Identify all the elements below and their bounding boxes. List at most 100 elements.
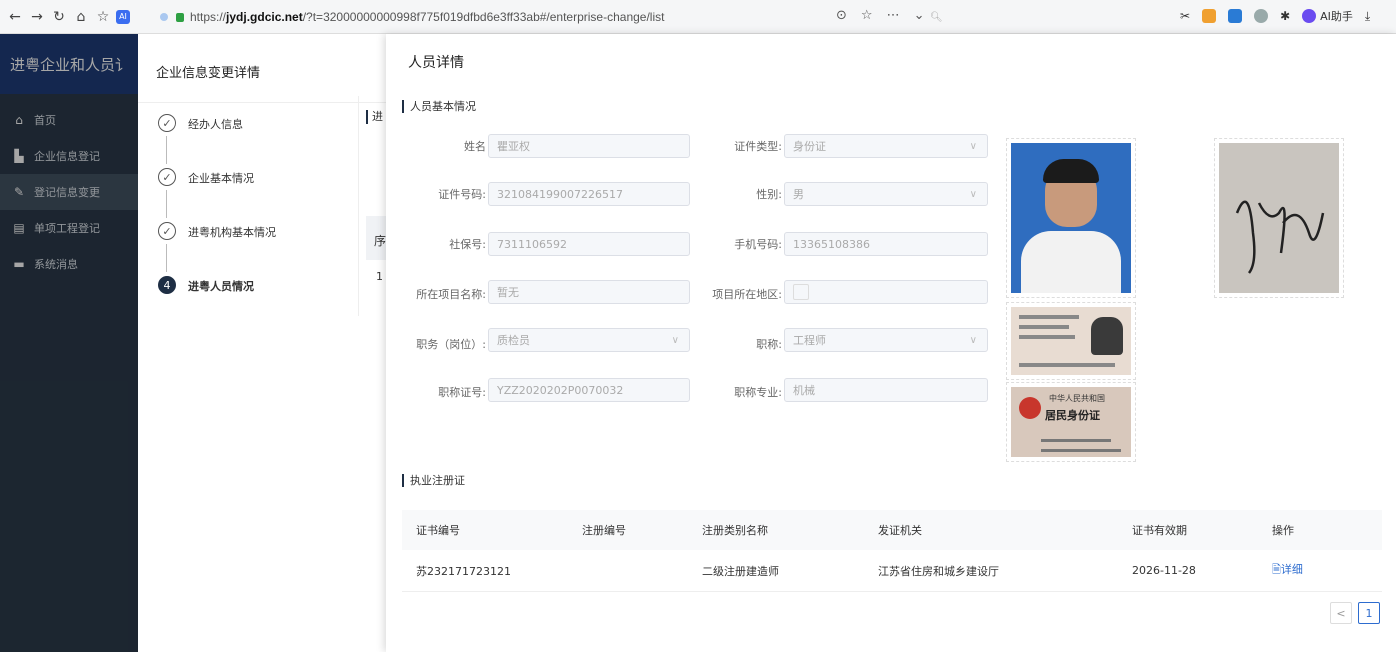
table-row: 苏2321717231­21 二级注册建造师 江苏省住房和城乡建设厅 2026-… <box>402 550 1382 592</box>
id-type-label: 证件类型: <box>734 140 782 153</box>
title-value: 工程师 <box>793 334 826 347</box>
position-value: 质检员 <box>497 334 530 347</box>
emblem-icon <box>1019 397 1041 419</box>
bookmark-star-icon[interactable]: ☆ <box>92 6 114 28</box>
column-header: 操作 <box>1272 524 1294 537</box>
extension-icon-2[interactable] <box>1228 9 1243 23</box>
id-type-value: 身份证 <box>793 140 826 153</box>
step-connector <box>166 136 167 164</box>
id-card-back[interactable]: 中华人民共和国 居民身份证 <box>1006 382 1136 462</box>
table-header: 证书编号 注册编号 注册类别名称 发证机关 证书有效期 操作 <box>402 510 1382 550</box>
detail-link[interactable]: 🗎︎详细 <box>1272 561 1382 580</box>
project-field[interactable]: 暂无 <box>488 280 690 304</box>
signature-strokes <box>1235 200 1325 274</box>
title-select[interactable]: 工程师 ∨ <box>784 328 988 352</box>
name-value: 瞿亚权 <box>497 140 530 153</box>
phone-field[interactable]: 13365108386 <box>784 232 988 256</box>
chevron-down-icon: ∨ <box>969 140 977 152</box>
step-label: 经办人信息 <box>188 118 243 131</box>
drawer-title: 人员详情 <box>408 55 464 71</box>
title-major-value: 机械 <box>793 384 815 397</box>
id-card-front[interactable] <box>1006 302 1136 380</box>
home-icon[interactable]: ⌂ <box>70 6 92 28</box>
title-cert-field[interactable]: YZZ2020202P0070032 <box>488 378 690 402</box>
url-path: /?t=32000000000998f775f019dfbd6e3ff33ab#… <box>302 10 665 24</box>
phone-label: 手机号码: <box>734 238 782 251</box>
step-list: ✓ 经办人信息 ✓ 企业基本情况 ✓ 进粤机构基本情况 4 进粤人员情况 <box>158 114 276 330</box>
region-field[interactable] <box>784 280 988 304</box>
name-label: 姓名 <box>464 140 486 153</box>
title-cert-value: YZZ2020202P0070032 <box>497 383 624 397</box>
step-label: 进粤人员情况 <box>188 280 254 293</box>
url-prefix: https:// <box>190 10 227 24</box>
column-header: 证书编号 <box>416 524 460 537</box>
id-text-line <box>1041 439 1111 442</box>
section-title: 执业注册证 <box>402 474 465 487</box>
gender-select[interactable]: 男 ∨ <box>784 182 988 206</box>
name-field[interactable]: 瞿亚权 <box>488 134 690 158</box>
step-connector <box>166 190 167 218</box>
step-personnel[interactable]: 4 进粤人员情况 <box>158 276 276 330</box>
extension-icon-1[interactable] <box>1202 9 1217 23</box>
browser-toolbar: ← → ↻ ⌂ ☆ AI https:// jydj.gdcic.net /?t… <box>0 0 1396 34</box>
favorite-icon[interactable]: ☆ <box>861 8 873 23</box>
browser-search-box[interactable]: 🔍︎ <box>930 6 1166 28</box>
extension-icon-3[interactable] <box>1254 9 1269 23</box>
column-header: 注册类别名称 <box>702 524 768 537</box>
chevron-down-icon: ∨ <box>969 334 977 346</box>
detail-link-label: 详细 <box>1280 563 1303 576</box>
column-header: 发证机关 <box>878 524 922 537</box>
more-icon[interactable]: ⋯ <box>887 8 900 23</box>
signature-image[interactable] <box>1214 138 1344 298</box>
id-number-field[interactable]: 321084199007226517 <box>488 182 690 206</box>
dropdown-icon[interactable]: ⌄ <box>914 8 925 23</box>
personnel-detail-drawer: 人员详情 人员基本情况 姓名 瞿亚权 证件类型: 身份证 ∨ 证件号码: 3210… <box>386 34 1396 652</box>
social-security-field[interactable]: 7311106592 <box>488 232 690 256</box>
hair-shape <box>1043 159 1099 183</box>
reload-icon[interactable]: ↻ <box>48 6 70 28</box>
puzzle-icon[interactable]: ✱ <box>1280 9 1290 23</box>
gender-value: 男 <box>793 188 804 201</box>
id-back-line1: 中华人民共和国 <box>1049 394 1105 403</box>
check-icon: ✓ <box>158 168 176 186</box>
category-cell: 二级注册建造师 <box>702 564 779 578</box>
project-label: 所在项目名称: <box>416 288 486 301</box>
ai-helper-button[interactable]: AI助手 <box>1302 8 1353 24</box>
id-text-line <box>1019 325 1069 329</box>
divider <box>138 102 388 103</box>
search-icon: 🔍︎ <box>930 11 943 23</box>
social-security-label: 社保号: <box>449 238 486 251</box>
id-text-line <box>1019 335 1075 339</box>
ai-helper-label: AI助手 <box>1320 10 1353 23</box>
page-1-button[interactable]: 1 <box>1358 602 1380 624</box>
id-text-line <box>1041 449 1121 452</box>
site-info-icon[interactable] <box>160 13 168 21</box>
title-major-field[interactable]: 机械 <box>784 378 988 402</box>
region-checkbox <box>793 284 809 300</box>
id-number-label: 证件号码: <box>438 188 486 201</box>
step-enterprise[interactable]: ✓ 企业基本情况 <box>158 168 276 222</box>
chevron-down-icon: ∨ <box>671 334 679 346</box>
prev-page-button[interactable]: < <box>1330 602 1352 624</box>
address-bar[interactable]: https:// jydj.gdcic.net /?t=320000000009… <box>160 6 896 28</box>
forward-icon[interactable]: → <box>26 6 48 28</box>
step-number: 4 <box>158 276 176 294</box>
document-icon: 🗎︎ <box>1272 563 1281 576</box>
table-header-peek: 序 <box>366 216 386 260</box>
portrait-photo[interactable] <box>1006 138 1136 298</box>
ai-badge-icon[interactable]: AI <box>116 9 130 24</box>
back-icon[interactable]: ← <box>4 6 26 28</box>
id-text-line <box>1019 315 1079 319</box>
scissors-icon[interactable]: ✂ <box>1180 9 1190 23</box>
position-select[interactable]: 质检员 ∨ <box>488 328 690 352</box>
title-cert-label: 职称证号: <box>438 386 486 399</box>
location-icon[interactable]: ⊙ <box>836 8 847 23</box>
id-type-select[interactable]: 身份证 ∨ <box>784 134 988 158</box>
step-operator[interactable]: ✓ 经办人信息 <box>158 114 276 168</box>
download-icon[interactable]: ⤓ <box>1365 9 1370 24</box>
step-institution[interactable]: ✓ 进粤机构基本情况 <box>158 222 276 276</box>
ai-helper-icon <box>1302 9 1317 23</box>
step-label: 进粤机构基本情况 <box>188 226 276 239</box>
pagination: < 1 <box>1330 602 1380 624</box>
id-back-image: 中华人民共和国 居民身份证 <box>1011 387 1131 457</box>
